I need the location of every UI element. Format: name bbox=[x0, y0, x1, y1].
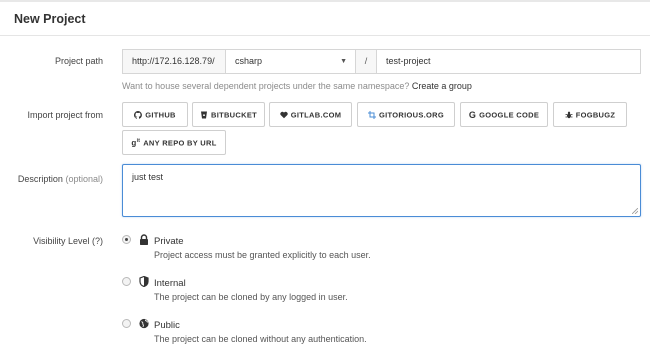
url-prefix: http://172.16.128.79/ bbox=[122, 49, 226, 74]
title-divider bbox=[0, 35, 650, 36]
import-repo-url-button[interactable]: git ANY REPO BY URL bbox=[122, 130, 226, 155]
create-group-link[interactable]: Create a group bbox=[412, 81, 472, 91]
namespace-help: Want to house several dependent projects… bbox=[122, 81, 472, 91]
visibility-private-title: Private bbox=[154, 236, 184, 247]
google-icon: G bbox=[468, 109, 477, 120]
description-label-text: Description bbox=[17, 174, 63, 184]
github-icon bbox=[134, 111, 143, 120]
bug-icon bbox=[565, 111, 573, 120]
project-path-label: Project path bbox=[54, 56, 103, 66]
description-textarea[interactable]: just test bbox=[122, 164, 641, 217]
import-label: Import project from bbox=[27, 110, 103, 120]
namespace-value: csharp bbox=[235, 56, 263, 66]
import-fogbugz-label: FOGBUGZ bbox=[575, 110, 616, 120]
import-fogbugz-button[interactable]: FOGBUGZ bbox=[553, 102, 627, 127]
description-optional: (optional) bbox=[65, 174, 103, 184]
import-gitlab-label: GITLAB.COM bbox=[290, 110, 342, 120]
visibility-public-title: Public bbox=[154, 320, 180, 331]
top-border bbox=[0, 0, 650, 2]
shield-icon bbox=[139, 276, 149, 287]
visibility-private-radio[interactable] bbox=[122, 235, 131, 244]
description-value: just test bbox=[132, 172, 164, 182]
namespace-select[interactable]: csharp ▼ bbox=[225, 49, 356, 74]
import-github-label: GITHUB bbox=[145, 110, 176, 120]
description-label: Description (optional) bbox=[18, 174, 103, 184]
visibility-label: Visibility Level (?) bbox=[33, 236, 103, 246]
page-title: New Project bbox=[14, 12, 86, 26]
import-repo-url-label: ANY REPO BY URL bbox=[143, 138, 217, 148]
import-googlecode-button[interactable]: G GOOGLE CODE bbox=[460, 102, 548, 127]
import-bitbucket-button[interactable]: BITBUCKET bbox=[192, 102, 265, 127]
caret-down-icon: ▼ bbox=[340, 58, 347, 65]
namespace-help-text: Want to house several dependent projects… bbox=[122, 81, 410, 91]
lock-icon bbox=[140, 234, 148, 245]
import-bitbucket-label: BITBUCKET bbox=[210, 110, 258, 120]
import-googlecode-label: GOOGLE CODE bbox=[479, 110, 540, 120]
bitbucket-icon bbox=[200, 111, 208, 120]
git-icon: git bbox=[131, 137, 141, 148]
import-gitlab-button[interactable]: GITLAB.COM bbox=[269, 102, 352, 127]
visibility-internal-desc: The project can be cloned by any logged … bbox=[154, 292, 348, 302]
visibility-private-desc: Project access must be granted explicitl… bbox=[154, 250, 371, 260]
resize-handle-icon[interactable] bbox=[632, 208, 638, 214]
visibility-internal-radio[interactable] bbox=[122, 277, 131, 286]
visibility-public-desc: The project can be cloned without any au… bbox=[154, 334, 367, 344]
import-gitorious-button[interactable]: GITORIOUS.ORG bbox=[357, 102, 455, 127]
visibility-internal-title: Internal bbox=[154, 278, 186, 289]
project-name-input[interactable]: test-project bbox=[376, 49, 641, 74]
import-github-button[interactable]: GITHUB bbox=[122, 102, 188, 127]
heart-icon bbox=[280, 111, 288, 120]
visibility-public-radio[interactable] bbox=[122, 319, 131, 328]
path-separator: / bbox=[355, 49, 377, 74]
import-gitorious-label: GITORIOUS.ORG bbox=[378, 110, 445, 120]
crop-icon bbox=[367, 111, 376, 120]
globe-icon bbox=[139, 318, 149, 329]
